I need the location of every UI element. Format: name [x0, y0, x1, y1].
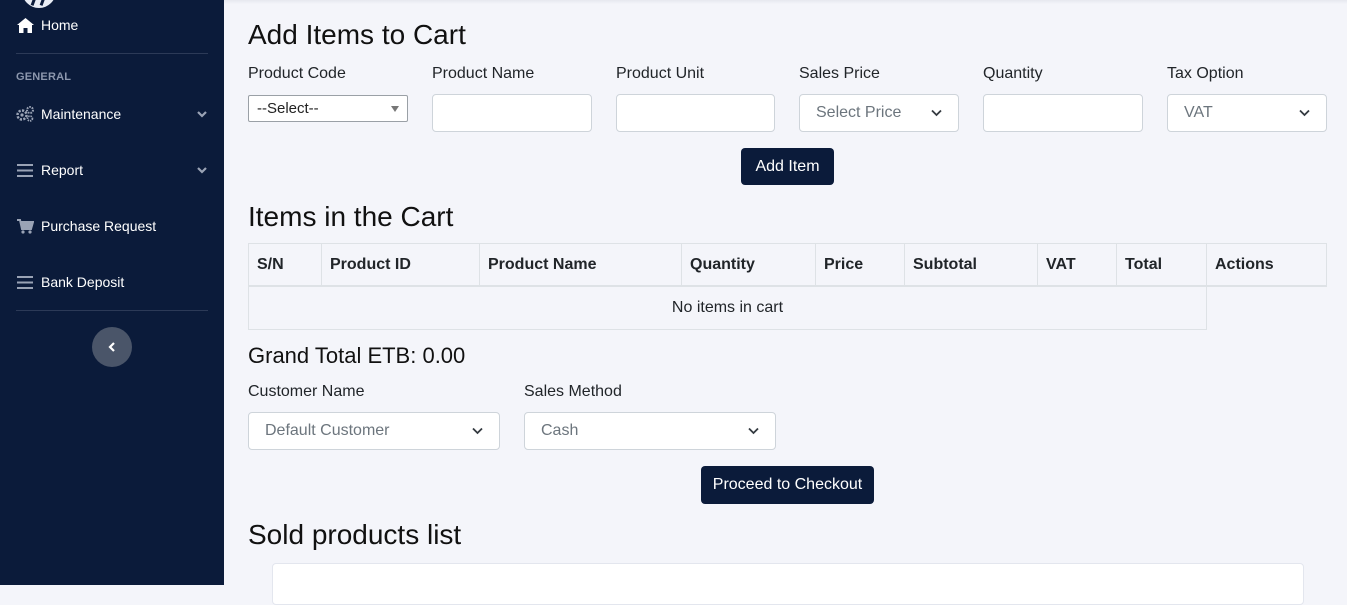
cart-icon [16, 217, 34, 235]
sidebar-divider [16, 53, 208, 54]
sold-products-title: Sold products list [248, 519, 462, 550]
cart-table: S/N Product ID Product Name Quantity Pri… [248, 243, 1327, 330]
product-unit-label: Product Unit [616, 65, 705, 82]
sidebar-divider [16, 310, 208, 311]
list-icon [16, 161, 34, 179]
column-header-sn: S/N [248, 243, 322, 287]
home-icon [16, 16, 34, 34]
tax-option-select[interactable]: VAT [1167, 94, 1327, 132]
product-code-select[interactable]: --Select-- [248, 95, 408, 122]
tax-option-label: Tax Option [1167, 65, 1244, 82]
sidebar: Home GENERAL Maintenance Report Purchase… [0, 0, 224, 585]
table-row: No items in cart [248, 285, 1327, 330]
chevron-down-icon [197, 111, 207, 118]
column-header-price: Price [815, 243, 905, 287]
column-header-quantity: Quantity [681, 243, 816, 287]
chevron-down-icon [1299, 109, 1310, 117]
customer-name-label: Customer Name [248, 383, 365, 400]
topbar-edge [224, 0, 1347, 4]
proceed-to-checkout-button[interactable]: Proceed to Checkout [701, 466, 874, 504]
quantity-label: Quantity [983, 65, 1043, 82]
tax-option-value: VAT [1184, 104, 1213, 121]
empty-cart-message: No items in cart [248, 285, 1207, 330]
product-code-value: --Select-- [257, 100, 319, 117]
sidebar-item-label: Purchase Request [41, 218, 157, 234]
chevron-down-icon [472, 427, 483, 435]
cart-title: Items in the Cart [248, 201, 454, 232]
column-header-subtotal: Subtotal [904, 243, 1038, 287]
empty-cell [1206, 286, 1327, 330]
sidebar-item-report[interactable]: Report [16, 158, 208, 182]
quantity-input[interactable] [983, 94, 1143, 132]
add-item-button[interactable]: Add Item [741, 148, 834, 185]
grand-total: Grand Total ETB: 0.00 [248, 343, 466, 368]
dropdown-arrow-icon [391, 105, 399, 112]
gears-icon [16, 105, 34, 123]
sidebar-section-label: GENERAL [16, 71, 72, 83]
sidebar-item-label: Home [41, 17, 79, 33]
table-header-row: S/N Product ID Product Name Quantity Pri… [248, 243, 1327, 287]
customer-name-select[interactable]: Default Customer [248, 412, 500, 450]
sales-method-label: Sales Method [524, 383, 622, 400]
column-header-product-name: Product Name [479, 243, 682, 287]
product-name-input[interactable] [432, 94, 592, 132]
customer-name-value: Default Customer [265, 422, 390, 439]
sales-method-value: Cash [541, 422, 579, 439]
chevron-down-icon [748, 427, 759, 435]
sales-price-value: Select Price [816, 104, 902, 121]
list-icon [16, 273, 34, 291]
chevron-down-icon [197, 167, 207, 174]
chevron-down-icon [931, 109, 942, 117]
column-header-vat: VAT [1037, 243, 1117, 287]
logo [22, 0, 56, 8]
main-content: Add Items to Cart Product Code --Select-… [224, 0, 1347, 605]
sidebar-item-home[interactable]: Home [16, 13, 208, 37]
column-header-total: Total [1116, 243, 1207, 287]
sidebar-item-maintenance[interactable]: Maintenance [16, 102, 208, 126]
sidebar-item-label: Report [41, 162, 84, 178]
sidebar-item-purchase-request[interactable]: Purchase Request [16, 214, 208, 238]
sidebar-item-label: Bank Deposit [41, 274, 125, 290]
chevron-left-icon [108, 342, 115, 352]
product-unit-input[interactable] [616, 94, 775, 132]
product-name-label: Product Name [432, 65, 535, 82]
add-items-title: Add Items to Cart [248, 19, 466, 50]
sales-price-select[interactable]: Select Price [799, 94, 959, 132]
product-code-label: Product Code [248, 65, 346, 82]
sold-products-card [272, 563, 1304, 605]
column-header-actions: Actions [1206, 243, 1327, 287]
sales-method-select[interactable]: Cash [524, 412, 776, 450]
sidebar-collapse-button[interactable] [92, 327, 132, 367]
sales-price-label: Sales Price [799, 65, 880, 82]
sidebar-item-bank-deposit[interactable]: Bank Deposit [16, 270, 208, 294]
column-header-product-id: Product ID [321, 243, 480, 287]
sidebar-item-label: Maintenance [41, 106, 122, 122]
